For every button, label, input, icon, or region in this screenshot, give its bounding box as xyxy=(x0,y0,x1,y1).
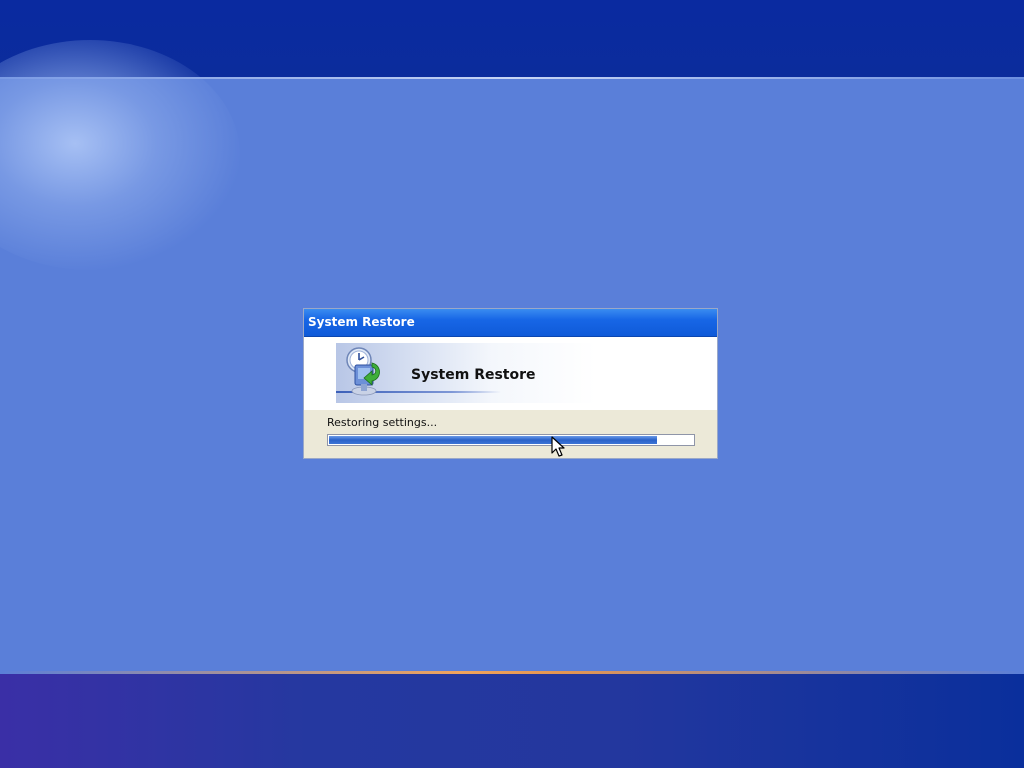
dialog-header: System Restore xyxy=(304,337,717,410)
system-restore-screen: System Restore System Restore Restoring … xyxy=(0,0,1024,768)
status-text: Restoring settings... xyxy=(327,416,438,429)
header-title: System Restore xyxy=(411,367,536,383)
bottom-band xyxy=(0,674,1024,768)
restore-progress-bar xyxy=(327,434,695,446)
system-restore-dialog: System Restore System Restore Restoring … xyxy=(303,308,718,459)
mouse-cursor-icon xyxy=(551,436,565,457)
dialog-titlebar[interactable]: System Restore xyxy=(304,309,717,337)
system-restore-icon xyxy=(346,347,380,396)
progress-fill xyxy=(329,436,657,444)
dialog-title: System Restore xyxy=(308,315,415,329)
